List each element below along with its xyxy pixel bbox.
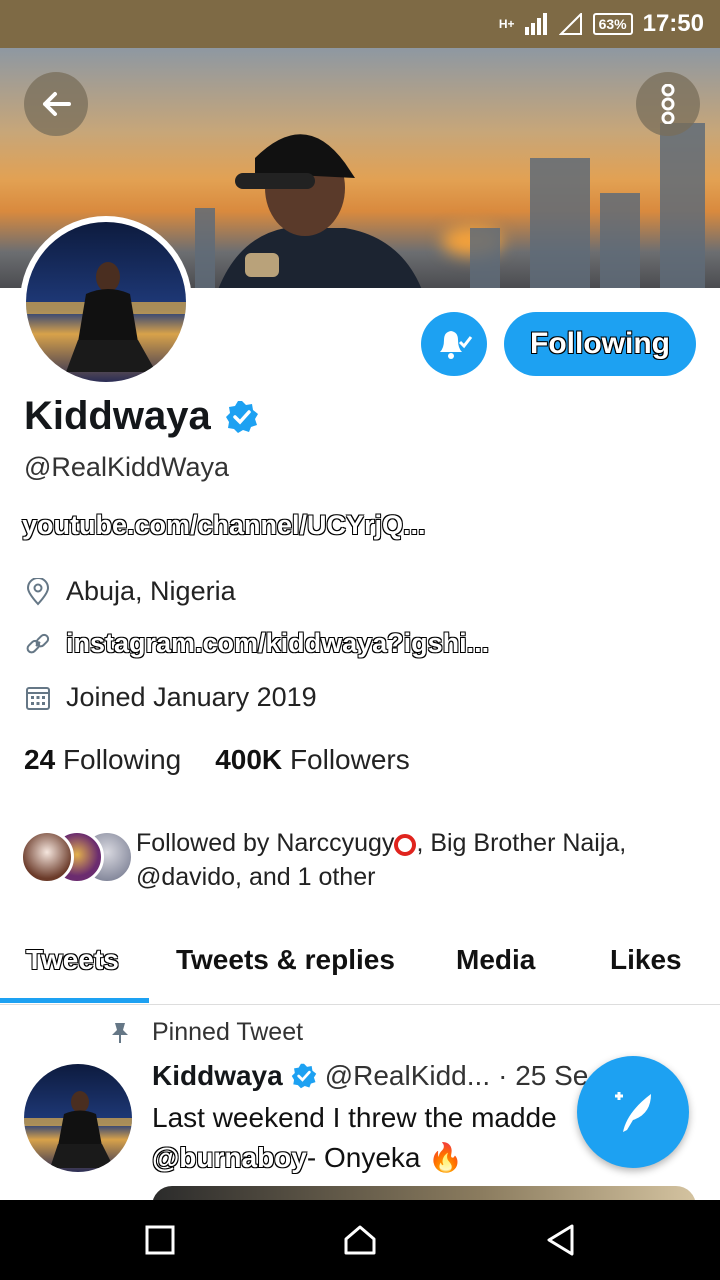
- following-button[interactable]: Following: [504, 312, 696, 376]
- back-arrow-icon: [43, 92, 71, 116]
- profile-handle: @RealKiddWaya: [24, 452, 229, 482]
- verified-badge-icon: [291, 1063, 316, 1089]
- link-icon: [24, 630, 52, 658]
- back-button[interactable]: [24, 72, 88, 136]
- pinned-tweet-label: Pinned Tweet: [110, 1018, 303, 1047]
- compose-tweet-icon: [615, 1092, 651, 1132]
- clock: 17:50: [642, 10, 704, 37]
- more-vertical-icon: [661, 84, 675, 124]
- square-nav-icon: [145, 1225, 175, 1255]
- following-stat[interactable]: 24 Following: [24, 744, 181, 776]
- follow-stats: 24 Following 400K Followers: [24, 744, 410, 776]
- bio-link[interactable]: youtube.com/channel/UCYrjQ...: [22, 510, 426, 541]
- tweet-header: Kiddwaya @RealKidd... · 25 Se: [152, 1060, 588, 1092]
- follower-avatar-1: [20, 830, 74, 884]
- location-text: Abuja, Nigeria: [66, 576, 236, 606]
- status-bar: H+ 63% 17:50: [0, 0, 720, 48]
- home-button[interactable]: [340, 1220, 380, 1260]
- profile-tabs: Tweets Tweets & replies Media Likes: [0, 920, 720, 1005]
- followed-by-text: Followed by Narccyugy, Big Brother Naija…: [136, 829, 627, 891]
- verified-badge-icon: [225, 400, 258, 433]
- joined-row: Joined January 2019: [24, 682, 317, 713]
- wifi-signal-icon: [558, 13, 582, 35]
- profile-avatar[interactable]: [20, 216, 192, 388]
- calendar-icon: [24, 684, 52, 712]
- active-tab-indicator: [0, 998, 149, 1003]
- joined-text: Joined January 2019: [66, 682, 317, 712]
- compose-tweet-button[interactable]: [577, 1056, 689, 1168]
- back-nav-icon: [547, 1224, 574, 1256]
- more-options-button[interactable]: [636, 72, 700, 136]
- website-link[interactable]: instagram.com/kiddwaya?igshi...: [66, 628, 489, 659]
- tab-tweets-replies[interactable]: Tweets & replies: [176, 920, 395, 1000]
- system-nav-bar: [0, 1200, 720, 1280]
- red-circle-emoji: [394, 834, 417, 856]
- notifications-button[interactable]: [421, 312, 487, 376]
- pin-icon: [112, 1022, 128, 1043]
- followers-stat[interactable]: 400K Followers: [215, 744, 410, 776]
- tab-likes[interactable]: Likes: [610, 920, 682, 1000]
- followed-by[interactable]: Followed by Narccyugy, Big Brother Naija…: [20, 826, 700, 896]
- tweet-date: · 25 Se: [498, 1060, 589, 1091]
- home-nav-icon: [344, 1225, 376, 1255]
- profile-name-row: Kiddwaya: [24, 394, 259, 439]
- banner-person-photo: [218, 134, 422, 288]
- tweet-author-name: Kiddwaya: [152, 1060, 283, 1091]
- battery-level: 63%: [592, 13, 633, 35]
- signal-bars-icon: [524, 13, 547, 35]
- tweet-author-avatar[interactable]: [24, 1064, 132, 1172]
- location-row: Abuja, Nigeria: [24, 576, 236, 607]
- profile-name: Kiddwaya: [24, 394, 211, 438]
- bell-check-icon: [440, 331, 473, 359]
- location-pin-icon: [24, 577, 52, 606]
- tab-media[interactable]: Media: [456, 920, 535, 1000]
- website-row: instagram.com/kiddwaya?igshi...: [24, 628, 489, 659]
- signal-type: H+: [498, 17, 515, 31]
- back-nav-button[interactable]: [540, 1220, 580, 1260]
- tab-tweets[interactable]: Tweets: [26, 920, 119, 1000]
- tweet-mention[interactable]: @burnaboy: [152, 1142, 307, 1173]
- recent-apps-button[interactable]: [140, 1220, 180, 1260]
- tweet-author-handle: @RealKidd...: [324, 1060, 491, 1091]
